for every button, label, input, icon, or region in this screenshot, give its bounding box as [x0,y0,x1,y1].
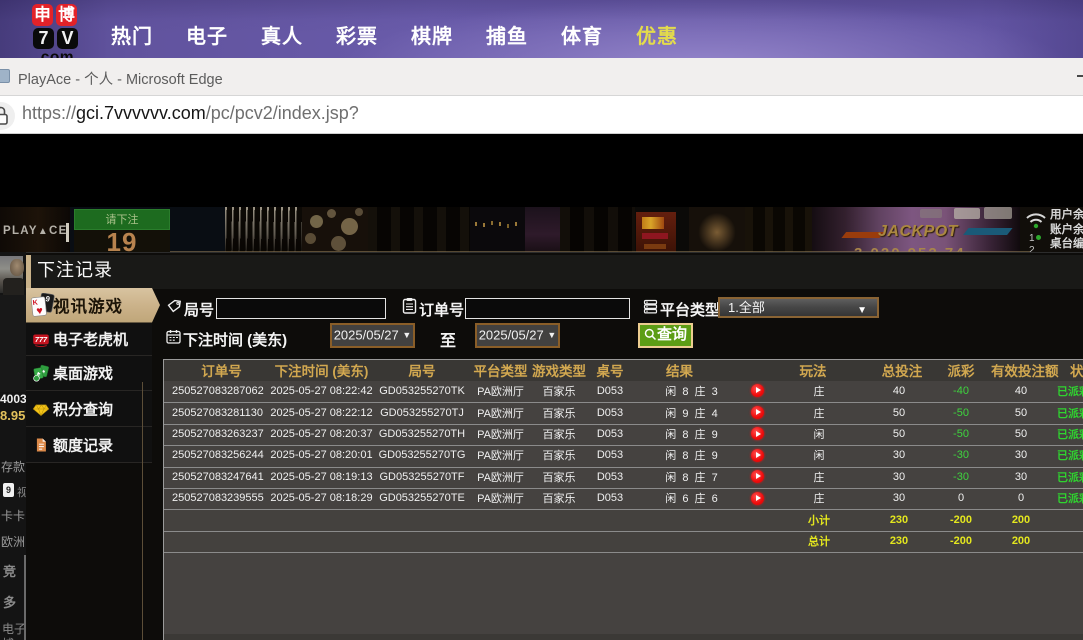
svg-text:777: 777 [35,335,48,344]
svg-text:♥: ♥ [36,305,44,317]
